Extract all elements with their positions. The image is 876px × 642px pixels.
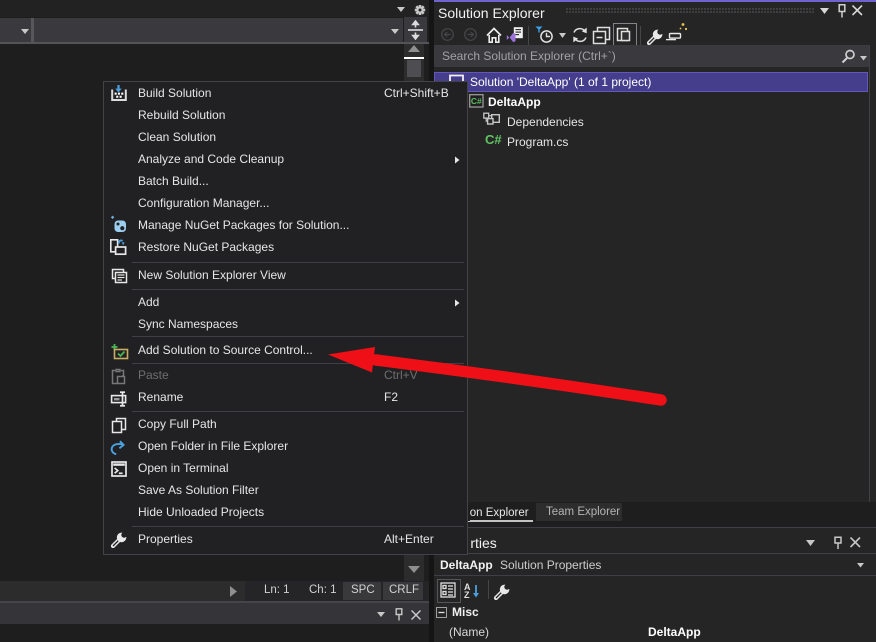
svg-text:C#: C# [485, 132, 502, 147]
svg-text:Z: Z [464, 590, 470, 599]
svg-text:C#: C# [471, 96, 482, 106]
